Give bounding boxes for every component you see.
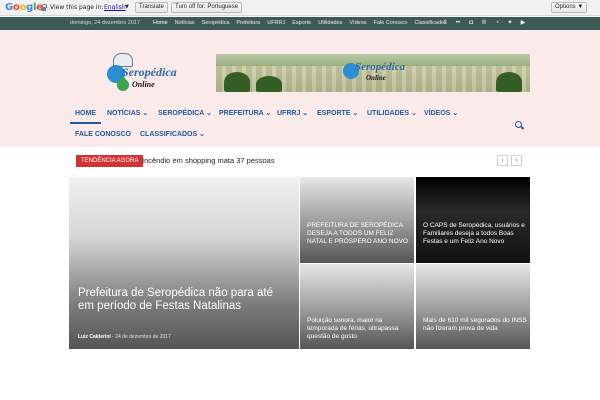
translate-prompt: View this page in: xyxy=(50,4,104,11)
featured-tile[interactable]: PREFEITURA DE SEROPÉDICA DESEJA A TODOS … xyxy=(300,177,414,263)
top-link-utilidades[interactable]: Utilidades xyxy=(318,20,342,26)
trending-label: TENDÊNCIA AGORA xyxy=(76,155,144,167)
top-link-videos[interactable]: Vídeos xyxy=(349,20,366,26)
featured-main[interactable]: Prefeitura de Seropédica não para até em… xyxy=(69,177,299,349)
nav-home[interactable]: HOME xyxy=(70,104,101,124)
featured-tile-title[interactable]: Mais de 610 mil segurados do INSS não fi… xyxy=(423,317,527,333)
featured-main-date: - 24 de dezembro de 2017 xyxy=(112,334,171,340)
banner-logo-sub: Online xyxy=(366,74,386,82)
logo-sub: Online xyxy=(132,80,155,89)
nav-seropedica[interactable]: SEROPÉDICA ⌄ xyxy=(158,104,212,124)
featured-main-author[interactable]: Luiz Calderini xyxy=(78,334,111,340)
social-icons: f •• ◘ ℗ ◔ ✦ ▶ xyxy=(441,19,532,28)
top-link-noticias[interactable]: Notícias xyxy=(175,20,195,26)
rss-icon[interactable]: ◔ xyxy=(493,19,501,28)
top-link-fale-conosco[interactable]: Fale Conosco xyxy=(374,20,408,26)
top-nav: domingo, 24 dezembro 2017 Home Notícias … xyxy=(0,17,600,30)
trending-headline[interactable]: Incêndio em shopping mata 37 pessoas xyxy=(142,156,275,165)
translate-bar: Google View this page in: English ▼ Tran… xyxy=(0,0,600,16)
nav-esporte[interactable]: ESPORTE ⌄ xyxy=(317,104,358,124)
nav-classificados[interactable]: CLASSIFICADOS ⌄ xyxy=(140,125,205,145)
banner-tree xyxy=(496,72,522,92)
nav-videos[interactable]: VÍDEOS ⌄ xyxy=(424,104,458,124)
search-icon[interactable] xyxy=(515,121,524,130)
pinterest-icon[interactable]: ℗ xyxy=(480,19,488,28)
nav-ufrrj[interactable]: UFRRJ ⌄ xyxy=(277,104,308,124)
featured-main-meta: Luiz Calderini - 24 de dezembro de 2017 xyxy=(78,334,171,340)
featured-tile-title[interactable]: PREFEITURA DE SEROPÉDICA DESEJA A TODOS … xyxy=(307,222,411,246)
nav-fale-conosco[interactable]: FALE CONOSCO xyxy=(75,125,131,145)
chevron-down-icon[interactable]: ▼ xyxy=(125,4,129,10)
banner-tree xyxy=(224,72,250,92)
options-button[interactable]: Options ▼ xyxy=(551,2,588,13)
flickr-icon[interactable]: •• xyxy=(454,19,462,28)
translate-button[interactable]: Translate xyxy=(135,2,168,13)
featured-main-title[interactable]: Prefeitura de Seropédica não para até em… xyxy=(78,287,290,313)
google-logo: Google xyxy=(5,2,43,13)
nav-prefeitura[interactable]: PREFEITURA ⌄ xyxy=(219,104,271,124)
header-banner[interactable]: Seropédica Online xyxy=(216,54,530,92)
banner-logo-name: Seropédica xyxy=(355,61,406,73)
logo-name: Seropédica xyxy=(122,65,177,79)
top-link-seropedica[interactable]: Seropédica xyxy=(202,20,230,26)
lock-icon xyxy=(41,4,47,11)
top-link-home[interactable]: Home xyxy=(153,20,168,26)
site-logo[interactable]: Seropédica Online xyxy=(105,53,177,94)
featured-tile-title[interactable]: O CAPS de Seropédica, usuários e Familia… xyxy=(423,222,529,246)
top-link-prefeitura[interactable]: Prefeitura xyxy=(236,20,260,26)
language-select[interactable]: English xyxy=(104,4,126,11)
featured-tile[interactable]: O CAPS de Seropédica, usuários e Familia… xyxy=(416,177,530,263)
youtube-icon[interactable]: ▶ xyxy=(519,19,527,28)
facebook-icon[interactable]: f xyxy=(441,19,449,28)
featured-tile[interactable]: Mais de 610 mil segurados do INSS não fi… xyxy=(416,264,530,349)
banner-logo: Seropédica Online xyxy=(341,57,411,91)
trending-next-button[interactable]: › xyxy=(511,155,522,166)
trending-prev-button[interactable]: ‹ xyxy=(497,155,508,166)
twitter-icon[interactable]: ✦ xyxy=(506,19,514,28)
top-links: Home Notícias Seropédica Prefeitura UFRR… xyxy=(153,20,454,26)
top-link-ufrrj[interactable]: UFRRJ xyxy=(267,20,285,26)
turn-off-button[interactable]: Turn off for: Portuguese xyxy=(171,2,243,13)
featured-tile-title[interactable]: Poluição sonora, maior na temporada de f… xyxy=(307,317,411,341)
banner-tree xyxy=(256,76,282,92)
nav-noticias[interactable]: NOTÍCIAS ⌄ xyxy=(107,104,148,124)
featured-tile[interactable]: Poluição sonora, maior na temporada de f… xyxy=(300,264,414,349)
nav-utilidades[interactable]: UTILIDADES ⌄ xyxy=(367,104,417,124)
top-link-esporte[interactable]: Esporte xyxy=(292,20,311,26)
date-label: domingo, 24 dezembro 2017 xyxy=(70,20,141,26)
instagram-icon[interactable]: ◘ xyxy=(467,19,475,28)
